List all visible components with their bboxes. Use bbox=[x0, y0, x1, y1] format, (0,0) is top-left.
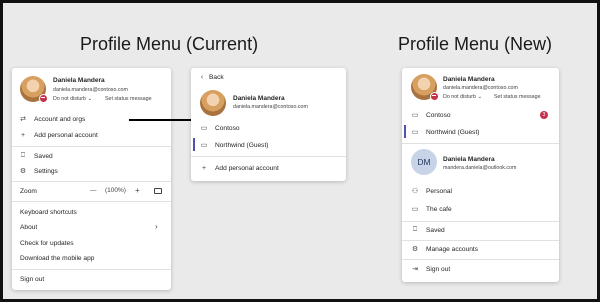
set-status-link[interactable]: Set status message bbox=[105, 96, 152, 102]
switch-arrows-icon: ⇄ bbox=[20, 116, 26, 123]
divider bbox=[402, 240, 559, 241]
plus-icon: + bbox=[20, 131, 26, 139]
zoom-in-button[interactable]: + bbox=[135, 186, 140, 195]
fit-to-window-icon[interactable] bbox=[154, 188, 162, 194]
back-button[interactable]: ‹ Back bbox=[199, 70, 259, 84]
divider bbox=[12, 181, 171, 182]
sign-out-item[interactable]: Sign out bbox=[20, 272, 165, 286]
zoom-out-button[interactable]: — bbox=[90, 187, 97, 194]
profile-name: Daniela Mandera bbox=[233, 95, 285, 102]
chevron-left-icon: ‹ bbox=[200, 73, 204, 81]
avatar bbox=[200, 90, 226, 116]
chevron-right-icon: › bbox=[155, 222, 158, 231]
plus-icon: + bbox=[201, 164, 207, 172]
bookmark-icon: ⎕ bbox=[412, 226, 418, 233]
people-icon: ⚇ bbox=[411, 188, 419, 195]
add-personal-account-item[interactable]: + Add personal account bbox=[18, 128, 165, 142]
heading-new: Profile Menu (New) bbox=[398, 34, 553, 54]
briefcase-icon: ▭ bbox=[411, 206, 419, 213]
profile-email: daniela.mandera@contoso.com bbox=[53, 87, 128, 93]
divider bbox=[191, 156, 346, 157]
divider bbox=[402, 143, 559, 144]
profile-name: Daniela Mandera bbox=[443, 76, 495, 83]
selected-indicator bbox=[193, 138, 195, 151]
check-updates-item[interactable]: Check for updates bbox=[20, 236, 165, 250]
settings-item[interactable]: ⚙ Settings bbox=[18, 164, 165, 178]
chevron-down-icon: ⌄ bbox=[87, 96, 92, 102]
set-status-link[interactable]: Set status message bbox=[494, 94, 541, 100]
notification-badge: 3 bbox=[540, 111, 548, 119]
the-cafe-item[interactable]: ▭ The cafe bbox=[410, 202, 550, 216]
briefcase-icon: ▭ bbox=[200, 142, 208, 149]
dnd-status-icon bbox=[39, 94, 48, 103]
org-item-northwind[interactable]: ▭ Northwind (Guest) bbox=[410, 125, 550, 139]
zoom-label: Zoom bbox=[20, 187, 37, 195]
profile-email: daniela.mandera@contoso.com bbox=[443, 85, 518, 91]
status-dropdown[interactable]: Do not disturb ⌄ bbox=[443, 94, 482, 100]
saved-item[interactable]: ⎕ Saved bbox=[18, 149, 165, 163]
personal-account-email: mandera.daniela@outlook.com bbox=[443, 165, 517, 171]
personal-item[interactable]: ⚇ Personal bbox=[410, 184, 550, 198]
status-dropdown[interactable]: Do not disturb ⌄ bbox=[53, 96, 92, 102]
gear-icon: ⚙ bbox=[411, 246, 419, 253]
about-item[interactable]: About bbox=[20, 220, 165, 234]
gear-icon: ⚙ bbox=[19, 168, 27, 175]
personal-account-name: Daniela Mandera bbox=[443, 156, 495, 163]
briefcase-icon: ▭ bbox=[411, 129, 419, 136]
chevron-down-icon: ⌄ bbox=[477, 94, 482, 100]
personal-account-avatar: DM bbox=[411, 149, 437, 175]
accounts-submenu: ‹ Back Daniela Mandera daniela.mandera@c… bbox=[191, 68, 346, 181]
briefcase-icon: ▭ bbox=[200, 125, 208, 132]
divider bbox=[402, 259, 559, 260]
divider bbox=[12, 201, 171, 202]
dnd-status-icon bbox=[430, 92, 439, 101]
divider bbox=[402, 221, 559, 222]
divider bbox=[12, 146, 171, 147]
briefcase-icon: ▭ bbox=[411, 112, 419, 119]
keyboard-shortcuts-item[interactable]: Keyboard shortcuts bbox=[20, 205, 165, 219]
org-item-northwind[interactable]: ▭ Northwind (Guest) bbox=[199, 138, 339, 152]
new-profile-menu: Daniela Mandera daniela.mandera@contoso.… bbox=[402, 68, 559, 282]
saved-item[interactable]: ⎕ Saved bbox=[410, 223, 550, 237]
profile-name: Daniela Mandera bbox=[53, 77, 105, 84]
divider bbox=[12, 269, 171, 270]
heading-current: Profile Menu (Current) bbox=[80, 34, 259, 54]
org-item-contoso[interactable]: ▭ Contoso bbox=[410, 108, 550, 122]
bookmark-icon: ⎕ bbox=[20, 152, 26, 159]
manage-accounts-item[interactable]: ⚙ Manage accounts bbox=[410, 242, 550, 256]
selected-indicator bbox=[404, 125, 406, 138]
sign-out-item[interactable]: ⇥ Sign out bbox=[410, 262, 550, 276]
sign-out-icon: ⇥ bbox=[412, 266, 418, 273]
download-mobile-item[interactable]: Download the mobile app bbox=[20, 251, 165, 265]
org-item-contoso[interactable]: ▭ Contoso bbox=[199, 121, 339, 135]
zoom-level: (100%) bbox=[105, 187, 126, 194]
current-profile-menu: Daniela Mandera daniela.mandera@contoso.… bbox=[12, 68, 171, 290]
add-personal-account-item[interactable]: + Add personal account bbox=[199, 161, 339, 175]
profile-email: daniela.mandera@contoso.com bbox=[233, 104, 308, 110]
